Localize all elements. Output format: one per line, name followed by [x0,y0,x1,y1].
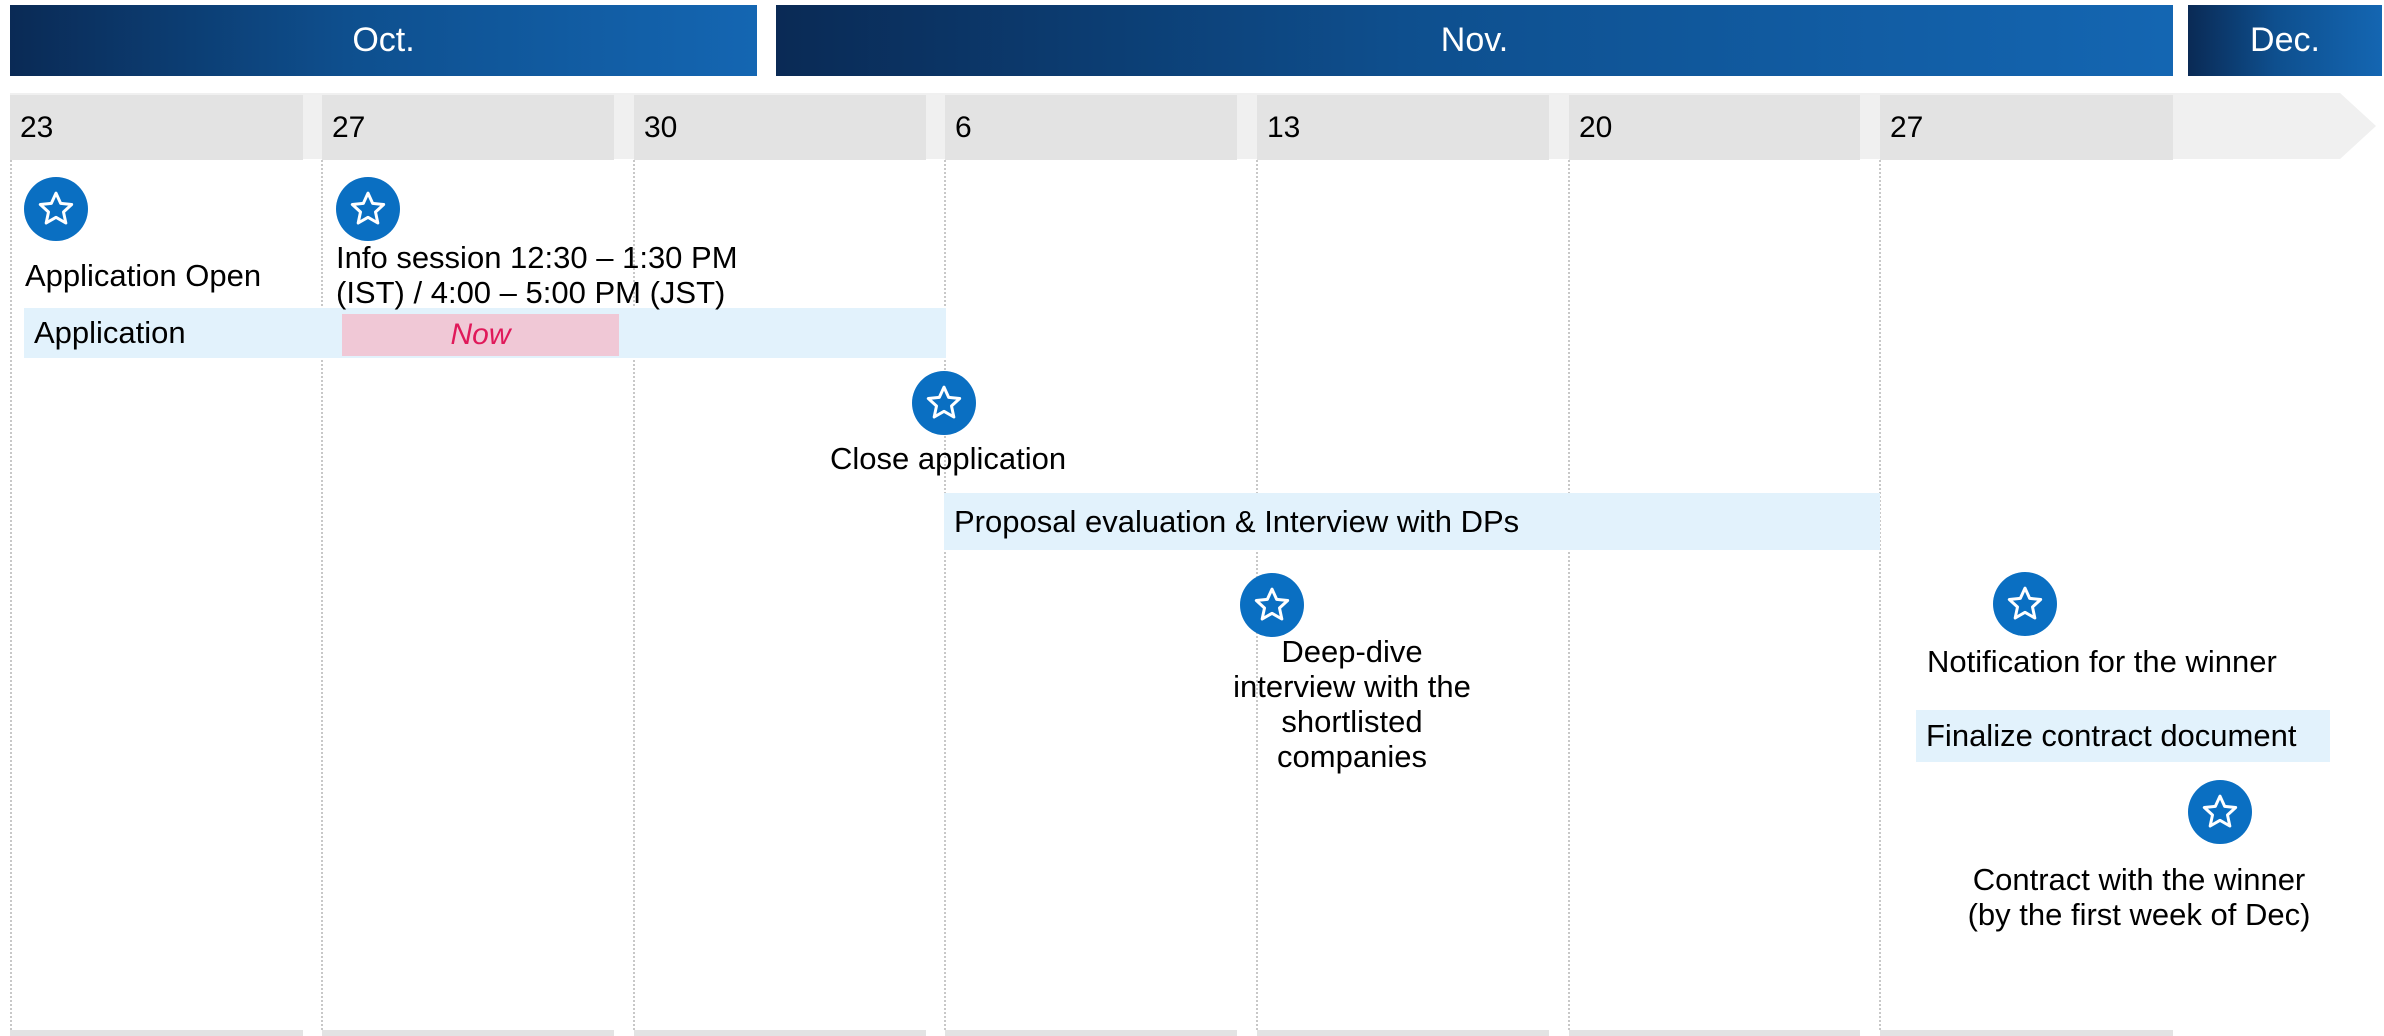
bottom-strip [945,1030,1237,1036]
contract-line: (by the first week of Dec) [1967,897,2311,932]
finalize-contract-label: Finalize contract document [1926,718,2297,753]
bottom-strip [634,1030,926,1036]
week-label: 13 [1267,110,1301,144]
deep-dive-line: interview with the [1233,669,1471,704]
week-cell: 30 [634,95,926,160]
bottom-strip [322,1030,614,1036]
week-cell: 27 [1880,95,2173,160]
timeline-arrow-head [2340,93,2376,159]
star-icon [1993,572,2057,636]
bottom-strip [1569,1030,1860,1036]
week-label: 6 [955,110,972,144]
now-marker: Now [342,314,619,356]
star-icon [24,177,88,241]
month-label: Dec. [2250,21,2320,59]
week-cell: 23 [10,95,303,160]
week-divider [1879,160,1881,1030]
contract-label: Contract with the winner (by the first w… [1939,862,2339,932]
deep-dive-label: Deep-dive interview with the shortlisted… [1172,634,1532,774]
week-divider [321,160,323,1030]
proposal-evaluation-label: Proposal evaluation & Interview with DPs [954,503,1520,539]
week-cell: 13 [1257,95,1549,160]
info-session-line: (IST) / 4:00 – 5:00 PM (JST) [336,275,726,310]
star-icon [2188,780,2252,844]
proposal-evaluation-bar: Proposal evaluation & Interview with DPs [944,493,1880,550]
star-icon [1240,573,1304,637]
week-divider [1568,160,1570,1030]
week-cell: 6 [945,95,1237,160]
notification-label: Notification for the winner [1927,644,2277,679]
month-header-dec: Dec. [2188,5,2382,76]
info-session-line: Info session 12:30 – 1:30 PM [336,240,738,275]
now-label: Now [450,318,511,351]
week-label: 27 [332,110,366,144]
application-bar-label: Application [34,315,186,350]
week-divider [10,160,12,1030]
deep-dive-line: shortlisted [1281,704,1423,739]
close-application-label: Close application [830,441,1067,476]
bottom-strip [10,1030,303,1036]
week-label: 23 [20,110,54,144]
week-cell: 27 [322,95,614,160]
deep-dive-line: companies [1277,739,1427,774]
info-session-label: Info session 12:30 – 1:30 PM (IST) / 4:0… [336,240,738,310]
bottom-strip [1880,1030,2173,1036]
week-label: 20 [1579,110,1613,144]
deep-dive-line: Deep-dive [1281,634,1423,669]
month-header-nov: Nov. [776,5,2173,76]
week-label: 30 [644,110,678,144]
star-icon [336,177,400,241]
week-divider [944,160,946,1030]
month-label: Oct. [352,21,415,59]
star-icon [912,371,976,435]
contract-line: Contract with the winner [1972,862,2306,897]
week-label: 27 [1890,110,1924,144]
month-label: Nov. [1440,21,1509,59]
month-header-oct: Oct. [10,5,757,76]
bottom-strip [1257,1030,1549,1036]
finalize-contract-bar: Finalize contract document [1916,710,2330,762]
week-cell: 20 [1569,95,1860,160]
application-open-label: Application Open [25,258,262,293]
